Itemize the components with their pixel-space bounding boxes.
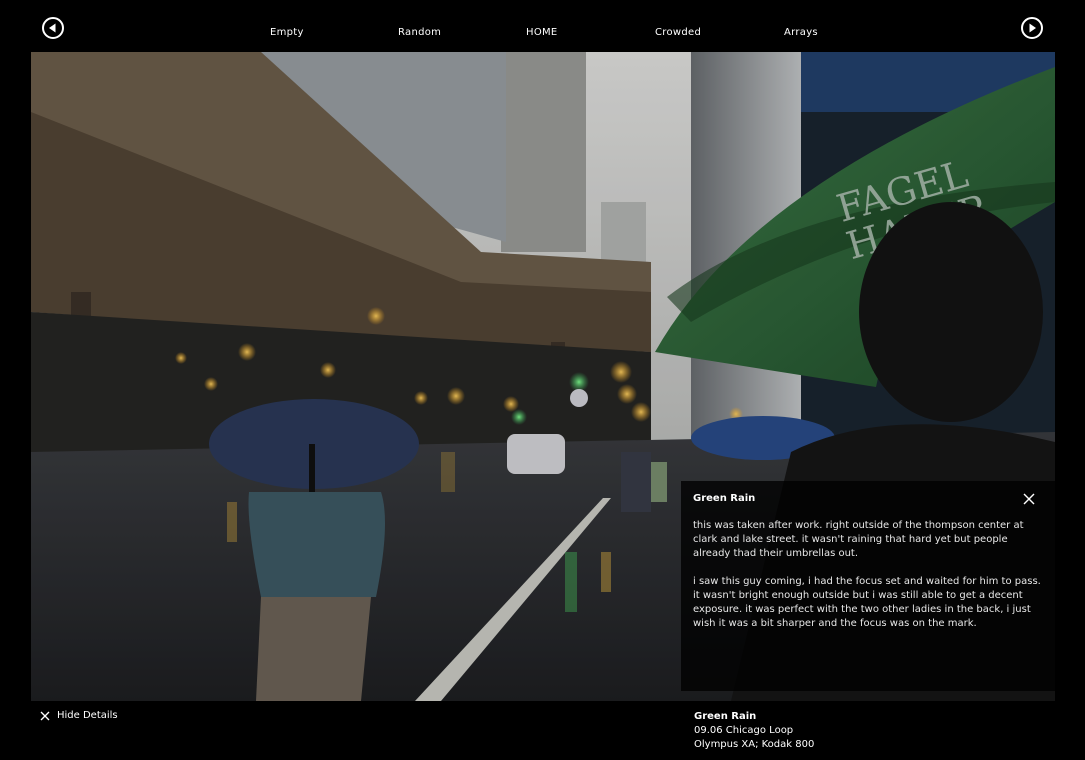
prev-photo-button[interactable] <box>42 17 64 39</box>
close-icon <box>40 711 50 720</box>
arrow-left-icon <box>49 23 56 33</box>
caption-location-date: 09.06 Chicago Loop <box>694 725 794 736</box>
close-icon[interactable] <box>1023 493 1035 505</box>
nav-link-random[interactable]: Random <box>398 27 441 38</box>
hide-details-label: Hide Details <box>57 710 118 721</box>
next-photo-button[interactable] <box>1021 17 1043 39</box>
nav-link-empty[interactable]: Empty <box>270 27 304 38</box>
details-description-paragraph: i saw this guy coming, i had the focus s… <box>693 576 1041 629</box>
nav-link-arrays[interactable]: Arrays <box>784 27 818 38</box>
arrow-right-icon <box>1029 23 1036 33</box>
nav-link-crowded[interactable]: Crowded <box>655 27 701 38</box>
caption-camera-film: Olympus XA; Kodak 800 <box>694 739 815 750</box>
nav-link-home[interactable]: HOME <box>526 27 558 38</box>
photo-caption: Green Rain 09.06 Chicago Loop Olympus XA… <box>694 710 814 752</box>
details-title: Green Rain <box>693 493 756 504</box>
hide-details-button[interactable]: Hide Details <box>40 710 118 721</box>
details-panel: Green Rain this was taken after work. ri… <box>681 481 1055 691</box>
caption-title: Green Rain <box>694 711 757 722</box>
details-description-paragraph: this was taken after work. right outside… <box>693 520 1024 559</box>
